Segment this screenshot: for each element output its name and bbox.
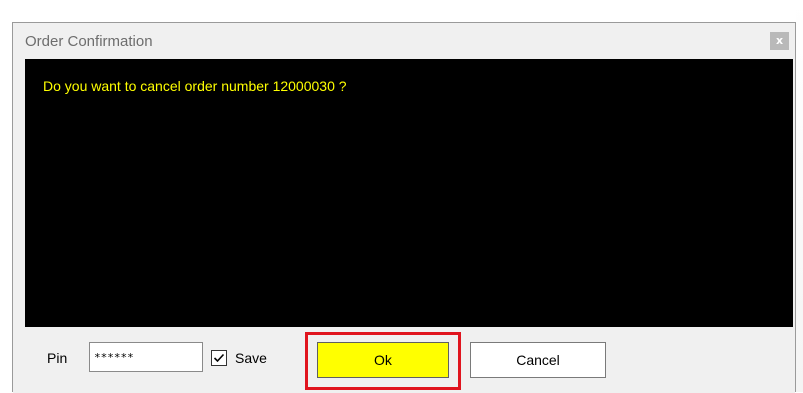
message-area: Do you want to cancel order number 12000… <box>25 59 793 327</box>
save-label: Save <box>235 350 267 366</box>
cancel-button[interactable]: Cancel <box>470 342 606 378</box>
background-left <box>0 0 12 392</box>
checkmark-icon <box>213 353 225 363</box>
save-checkbox[interactable] <box>211 350 227 366</box>
dialog-title: Order Confirmation <box>25 33 153 50</box>
pin-input[interactable] <box>89 342 203 372</box>
close-button[interactable]: x <box>770 32 789 50</box>
pin-label: Pin <box>47 350 68 366</box>
order-confirmation-dialog: Order Confirmation x Do you want to canc… <box>12 22 796 393</box>
dialog-titlebar: Order Confirmation x <box>13 23 795 59</box>
close-icon: x <box>775 34 784 47</box>
confirmation-message: Do you want to cancel order number 12000… <box>43 78 347 94</box>
ok-button[interactable]: Ok <box>317 342 449 378</box>
background-right <box>796 0 803 392</box>
